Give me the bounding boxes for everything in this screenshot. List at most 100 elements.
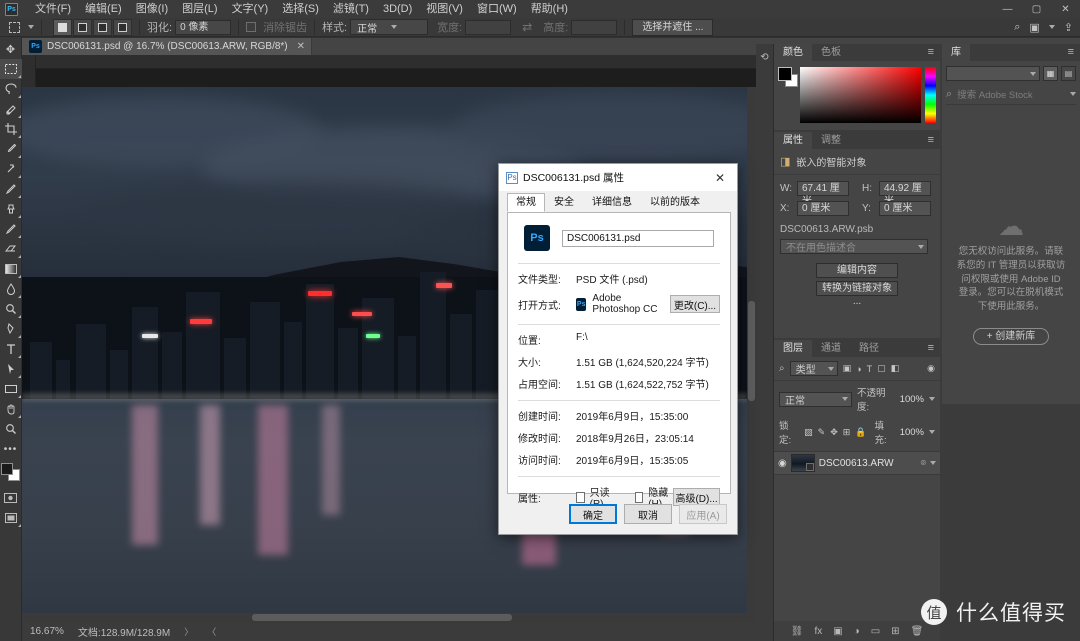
change-button[interactable]: 更改(C)...: [669, 295, 721, 313]
grid-view-icon[interactable]: ▦: [1043, 66, 1058, 81]
maximize-button[interactable]: ▢: [1022, 0, 1051, 18]
quick-selection-tool[interactable]: [0, 99, 22, 119]
delete-layer-icon[interactable]: 🗑: [911, 626, 924, 637]
eraser-tool[interactable]: [0, 239, 22, 259]
menu-view[interactable]: 视图(V): [419, 0, 470, 18]
menu-file[interactable]: 文件(F): [28, 0, 78, 18]
add-to-selection-button[interactable]: [73, 18, 92, 36]
rectangle-tool[interactable]: [0, 379, 22, 399]
menu-layer[interactable]: 图层(L): [175, 0, 224, 18]
foreground-color-swatch[interactable]: [778, 67, 792, 81]
select-and-mask-button[interactable]: 选择并遮住 ...: [632, 18, 714, 36]
close-button[interactable]: ✕: [1051, 0, 1080, 18]
create-library-button[interactable]: + 创建新库: [972, 327, 1050, 345]
zoom-tool[interactable]: [0, 419, 22, 439]
adjustment-layer-icon[interactable]: ◑: [854, 626, 860, 637]
cancel-button[interactable]: 取消: [624, 504, 672, 524]
list-view-icon[interactable]: ▤: [1061, 66, 1076, 81]
ok-button[interactable]: 确定: [569, 504, 617, 524]
hand-tool[interactable]: [0, 399, 22, 419]
menu-select[interactable]: 选择(S): [275, 0, 326, 18]
tab-paths[interactable]: 路径: [850, 340, 888, 357]
shape-filter-icon[interactable]: ▢: [877, 363, 886, 374]
smart-object-filter-icon[interactable]: ◧: [891, 363, 900, 374]
fill-value[interactable]: 100%: [900, 427, 924, 438]
menu-edit[interactable]: 编辑(E): [78, 0, 129, 18]
quick-mask-toggle[interactable]: [0, 488, 22, 508]
tab-security[interactable]: 安全: [545, 193, 583, 212]
style-select[interactable]: 正常: [350, 19, 429, 35]
lock-position-icon[interactable]: ✥: [830, 427, 838, 438]
dialog-close-button[interactable]: ✕: [703, 164, 737, 191]
minimize-button[interactable]: —: [993, 0, 1022, 18]
pen-tool[interactable]: [0, 319, 22, 339]
width-input[interactable]: [465, 19, 512, 35]
tab-swatches[interactable]: 色板: [812, 44, 850, 61]
zoom-level[interactable]: 16.67%: [30, 626, 64, 637]
chevron-down-icon[interactable]: [929, 430, 935, 434]
edit-contents-button[interactable]: 编辑内容: [816, 263, 898, 278]
layer-filter-type-select[interactable]: 类型: [789, 361, 838, 376]
apply-button[interactable]: 应用(A): [679, 504, 727, 524]
foreground-color-swatch[interactable]: [0, 463, 13, 475]
chevron-down-icon[interactable]: [1048, 25, 1055, 29]
document-tab[interactable]: Ps DSC006131.psd @ 16.7% (DSC00613.ARW, …: [22, 38, 313, 55]
path-selection-tool[interactable]: [0, 359, 22, 379]
new-selection-button[interactable]: [53, 18, 72, 36]
clone-stamp-tool[interactable]: [0, 199, 22, 219]
stock-search-input[interactable]: 搜索 Adobe Stock: [957, 87, 1065, 101]
history-brush-tool[interactable]: [0, 219, 22, 239]
tab-color[interactable]: 颜色: [774, 44, 812, 61]
color-panel-menu-icon[interactable]: ≡: [922, 44, 940, 61]
lock-image-pixels-icon[interactable]: ✎: [818, 427, 826, 438]
x-input[interactable]: 0 厘米: [797, 201, 849, 216]
screen-mode-toggle[interactable]: [0, 508, 22, 528]
hue-slider[interactable]: [924, 67, 936, 123]
color-ramp[interactable]: [799, 67, 921, 123]
lock-all-icon[interactable]: 🔒: [855, 427, 866, 438]
convert-to-linked-button[interactable]: 转换为链接对象 ...: [816, 281, 898, 307]
tab-adjustments[interactable]: 调整: [812, 132, 850, 149]
blur-tool[interactable]: [0, 279, 22, 299]
feather-input[interactable]: 0 像素: [175, 19, 232, 35]
search-icon[interactable]: ⌕: [1014, 21, 1020, 34]
history-panel-icon[interactable]: ⟲: [758, 52, 771, 65]
layer-style-icon[interactable]: fx: [814, 626, 822, 637]
filter-toggle-icon[interactable]: ◉: [927, 363, 935, 374]
rectangular-marquee-tool[interactable]: [0, 59, 22, 79]
status-expand-icon[interactable]: 〉: [184, 625, 193, 638]
menu-image[interactable]: 图像(I): [129, 0, 175, 18]
type-filter-icon[interactable]: T: [867, 364, 873, 374]
tool-preset-chevron-icon[interactable]: [28, 25, 34, 29]
chevron-down-icon[interactable]: [929, 397, 935, 401]
color-swatches[interactable]: [778, 67, 798, 87]
crop-tool[interactable]: [0, 119, 22, 139]
menu-3d[interactable]: 3D(D): [376, 0, 419, 18]
swap-dimensions-icon[interactable]: ⇄: [522, 20, 532, 34]
edit-toolbar-tool[interactable]: •••: [0, 439, 22, 459]
layer-name[interactable]: DSC00613.ARW: [819, 458, 894, 469]
tab-general[interactable]: 常规: [507, 193, 545, 212]
horizontal-type-tool[interactable]: [0, 339, 22, 359]
eyedropper-tool[interactable]: [0, 139, 22, 159]
arrange-documents-icon[interactable]: ▣: [1029, 21, 1039, 34]
height-input[interactable]: 44.92 厘米: [879, 181, 931, 207]
tab-properties[interactable]: 属性: [774, 132, 812, 149]
menu-type[interactable]: 文字(Y): [225, 0, 276, 18]
libraries-panel-menu-icon[interactable]: ≡: [1062, 44, 1080, 61]
blend-mode-select[interactable]: 正常: [779, 391, 853, 407]
height-input[interactable]: [571, 19, 618, 35]
layer-mask-icon[interactable]: ▣: [833, 626, 842, 637]
spot-healing-brush-tool[interactable]: [0, 159, 22, 179]
share-icon[interactable]: ⇪: [1064, 21, 1073, 34]
dialog-title-bar[interactable]: Ps DSC006131.psd 属性 ✕: [499, 164, 737, 191]
width-input[interactable]: 67.41 厘米: [797, 181, 849, 207]
subtract-from-selection-button[interactable]: [93, 18, 112, 36]
tab-details[interactable]: 详细信息: [583, 193, 641, 212]
tab-libraries[interactable]: 库: [942, 44, 970, 61]
opacity-value[interactable]: 100%: [900, 394, 924, 405]
chevron-down-icon[interactable]: [930, 461, 936, 465]
new-group-icon[interactable]: ▭: [871, 626, 880, 637]
lock-artboard-icon[interactable]: ⊞: [843, 427, 851, 438]
chevron-down-icon[interactable]: [1070, 92, 1076, 96]
